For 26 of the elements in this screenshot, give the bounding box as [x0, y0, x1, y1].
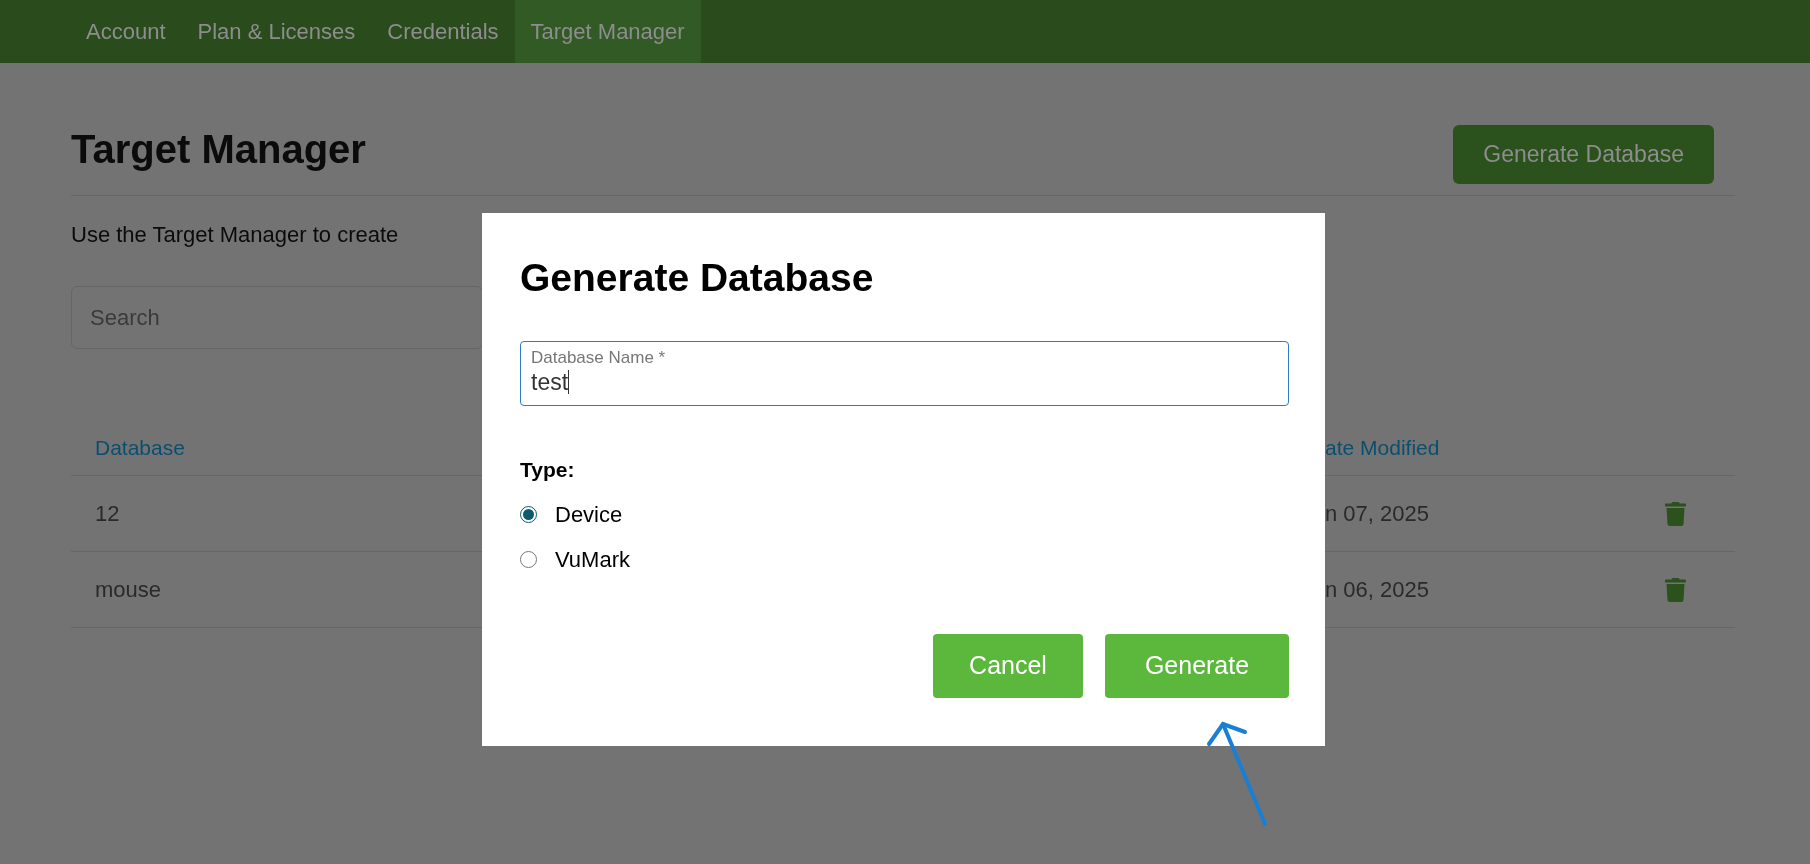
type-label: Type: — [520, 457, 576, 483]
column-header[interactable]: ate Modified — [1325, 432, 1665, 464]
table-cell-text: mouse — [95, 576, 162, 604]
nav-tab[interactable]: Credentials — [371, 0, 515, 63]
cancel-button[interactable]: Cancel — [933, 633, 1083, 698]
table-cell-text: 12 — [95, 500, 120, 528]
page-title: Target Manager — [71, 126, 366, 173]
trash-icon[interactable] — [1665, 501, 1686, 526]
table-cell-text: n 07, 2025 — [1325, 500, 1430, 528]
generate-database-button[interactable]: Generate Database — [1453, 125, 1714, 184]
generate-button[interactable]: Generate — [1105, 633, 1289, 698]
nav-tab[interactable]: Target Manager — [514, 0, 701, 63]
nav-tab[interactable]: Account — [70, 0, 182, 63]
radio-option[interactable]: VuMark — [520, 542, 630, 576]
dialog-title: Generate Database — [520, 255, 875, 301]
radio-option[interactable]: Device — [520, 497, 623, 531]
field-value: test — [531, 368, 569, 396]
table-cell-text: n 06, 2025 — [1325, 576, 1430, 604]
column-header[interactable]: Database — [95, 432, 185, 464]
description-text: Use the Target Manager to create — [71, 221, 400, 249]
database-name-field[interactable]: Database Name * test — [520, 341, 1289, 406]
search-field[interactable]: Search — [71, 286, 483, 349]
nav-tab[interactable]: Plan & Licenses — [181, 0, 372, 63]
text-cursor — [568, 370, 570, 394]
trash-icon[interactable] — [1665, 577, 1686, 602]
field-label: Database Name * — [531, 348, 667, 368]
